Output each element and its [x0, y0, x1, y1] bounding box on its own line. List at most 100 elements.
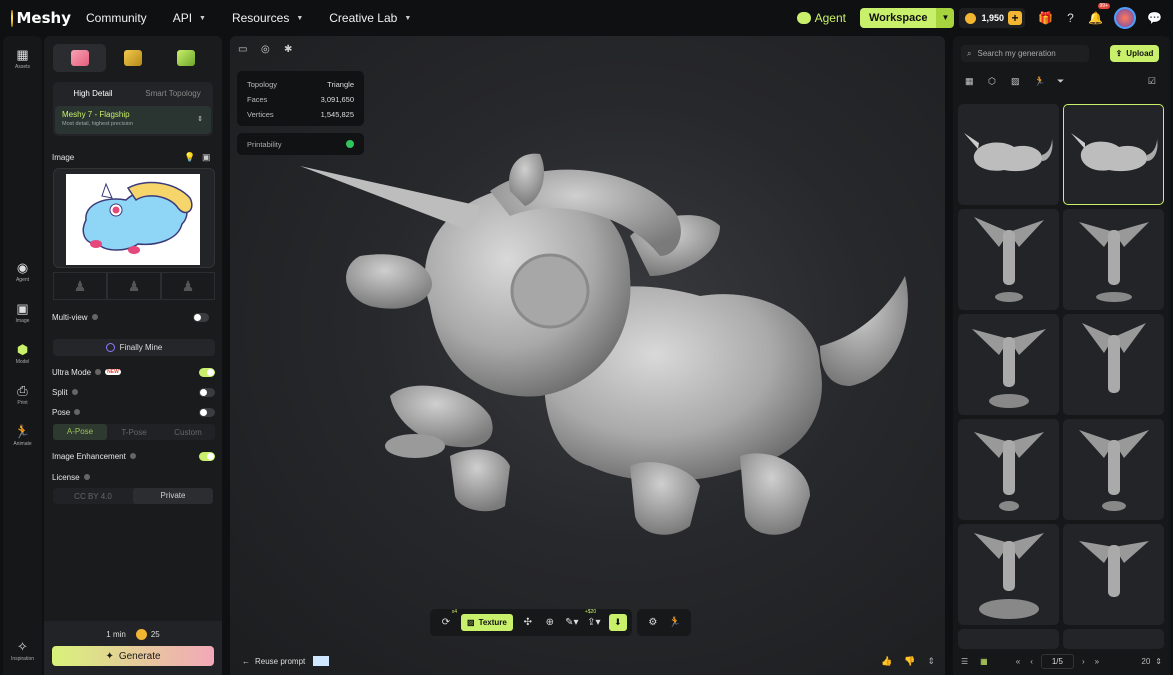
model-viewport[interactable]: ▭ ◎ ✱ Topology Triangle Faces 3,091,650 Ve…	[230, 36, 945, 675]
select-icon[interactable]: ☑	[1148, 76, 1156, 87]
rail-model[interactable]: ⬢ Model	[3, 343, 42, 366]
last-page-icon[interactable]: »	[1095, 657, 1099, 666]
page-indicator[interactable]: 1/5	[1040, 654, 1074, 669]
tab-multi-image[interactable]	[106, 44, 159, 72]
grid-icon[interactable]: ▦	[965, 76, 988, 87]
animate-icon[interactable]: 🏃	[664, 617, 686, 628]
gift-icon[interactable]: 🎁	[1033, 11, 1058, 25]
info-icon[interactable]	[74, 409, 81, 415]
gallery-item[interactable]	[958, 629, 1059, 649]
gallery-item[interactable]	[1063, 419, 1164, 520]
monitor-icon[interactable]: ▭	[238, 44, 261, 55]
rail-assets[interactable]: ▦ Assets	[3, 48, 42, 71]
per-page-select[interactable]: 20	[1141, 657, 1150, 666]
cube-icon[interactable]: ⬡	[988, 76, 1011, 87]
gallery-item[interactable]	[958, 209, 1059, 310]
rail-agent[interactable]: ◉ Agent	[3, 261, 42, 284]
nav-api[interactable]: API ▼	[173, 11, 206, 25]
tab-text-to-3d[interactable]	[160, 44, 213, 72]
gallery-item[interactable]	[958, 524, 1059, 625]
list-view-icon[interactable]: ☰	[961, 657, 968, 666]
upload-button[interactable]: ⇪ Upload	[1110, 45, 1159, 62]
credits-pill[interactable]: 1,950 +	[959, 8, 1025, 28]
workspace-button[interactable]: Workspace ▼	[859, 8, 955, 28]
texture-icon[interactable]: ▨	[1011, 76, 1034, 87]
rig-icon[interactable]: ✣	[517, 617, 539, 628]
pose-toggle[interactable]	[199, 407, 215, 417]
chevron-down-icon: ▼	[199, 14, 206, 22]
gallery-item[interactable]	[958, 104, 1059, 205]
nav-resources[interactable]: Resources ▼	[232, 11, 303, 25]
generation-panel: High Detail Smart Topology Meshy 7 - Fla…	[44, 36, 222, 675]
info-icon[interactable]	[129, 453, 136, 459]
thumbs-up-icon[interactable]: 👍	[881, 656, 892, 667]
thumbs-down-icon[interactable]: 👎	[904, 656, 915, 667]
gallery-item[interactable]	[1063, 524, 1164, 625]
brush-icon[interactable]: ✎▾	[561, 617, 583, 628]
avatar[interactable]	[1114, 7, 1136, 29]
tab-image-to-3d[interactable]	[53, 44, 107, 72]
multi-view-toggle[interactable]	[193, 312, 209, 322]
info-icon[interactable]	[95, 369, 102, 375]
help-icon[interactable]: ?	[1058, 11, 1083, 25]
image-upload[interactable]	[53, 168, 215, 268]
prompt-thumbnail[interactable]	[313, 656, 330, 666]
nav-creative-lab[interactable]: Creative Lab ▼	[329, 11, 411, 25]
rail-image[interactable]: ▣ Image	[3, 302, 42, 325]
gallery-item[interactable]	[1063, 629, 1164, 649]
texture-button[interactable]: ▨ Texture	[461, 614, 513, 631]
feedback-icon[interactable]: 💬	[1142, 11, 1167, 25]
license-private[interactable]: Private	[133, 488, 213, 504]
light-icon[interactable]: ✱	[284, 44, 307, 55]
split-toggle[interactable]	[199, 387, 215, 397]
reuse-prompt-button[interactable]: ← Reuse prompt	[242, 656, 330, 666]
sphere-icon[interactable]: ◎	[261, 44, 284, 55]
gallery-item[interactable]	[1063, 209, 1164, 310]
add-credits-button[interactable]: +	[1008, 11, 1022, 25]
export-button[interactable]: ⇪▾ +$20	[583, 609, 605, 628]
search-input[interactable]: ⌕ Search my generation	[961, 45, 1089, 62]
bulb-icon[interactable]: 💡	[184, 152, 195, 163]
settings-icon[interactable]: ⚙	[642, 617, 664, 628]
rail-print[interactable]: ⎙ Print	[3, 384, 42, 407]
animate-icon[interactable]: 🏃	[1034, 76, 1057, 87]
gallery-icon[interactable]: ▣	[202, 152, 211, 163]
filter-icon[interactable]: ⏷	[1057, 76, 1080, 87]
download-button[interactable]: ⬇	[608, 614, 627, 631]
gallery-item[interactable]	[1063, 314, 1164, 415]
remesh-button[interactable]: ⟳ x4	[435, 609, 457, 628]
chevron-down-icon[interactable]: ▼	[936, 8, 955, 28]
info-icon[interactable]	[83, 474, 90, 480]
nav-community[interactable]: Community	[86, 11, 147, 25]
model-select[interactable]: Meshy 7 - Flagship Most detail, highest …	[55, 106, 211, 134]
style-button[interactable]: Finally Mine	[53, 339, 215, 356]
rail-animate[interactable]: 🏃 Animate	[3, 425, 42, 448]
rail-inspiration[interactable]: ✧ Inspiration	[3, 640, 42, 663]
brand-logo[interactable]: Meshy	[11, 9, 71, 27]
enhance-toggle[interactable]	[199, 451, 215, 461]
transform-icon[interactable]: ⊕	[539, 617, 561, 628]
pose-a[interactable]: A-Pose	[53, 424, 107, 440]
next-page-icon[interactable]: ›	[1082, 657, 1085, 666]
tab-high-detail[interactable]: High Detail	[53, 89, 133, 98]
prev-page-icon[interactable]: ‹	[1030, 657, 1033, 666]
grid-view-icon[interactable]: ▦	[980, 657, 988, 666]
gallery-item-selected[interactable]	[1063, 104, 1164, 205]
front-view-slot[interactable]: ♟	[53, 272, 107, 300]
tab-smart-topology[interactable]: Smart Topology	[133, 89, 213, 98]
info-icon[interactable]	[91, 314, 98, 320]
pose-t[interactable]: T-Pose	[107, 428, 161, 437]
gallery-item[interactable]	[958, 419, 1059, 520]
bell-icon[interactable]: 🔔 99+	[1083, 3, 1110, 25]
generate-button[interactable]: ✦ Generate	[52, 646, 214, 666]
side-view-slot[interactable]: ♟	[107, 272, 161, 300]
ultra-toggle[interactable]	[199, 367, 215, 377]
first-page-icon[interactable]: «	[1016, 657, 1020, 666]
agent-button[interactable]: Agent	[796, 11, 846, 25]
pose-custom[interactable]: Custom	[161, 428, 215, 437]
back-view-slot[interactable]: ♟	[161, 272, 215, 300]
expand-icon[interactable]: ⇕	[927, 656, 935, 667]
info-icon[interactable]	[71, 389, 78, 395]
license-cc[interactable]: CC BY 4.0	[53, 492, 133, 501]
gallery-item[interactable]	[958, 314, 1059, 415]
